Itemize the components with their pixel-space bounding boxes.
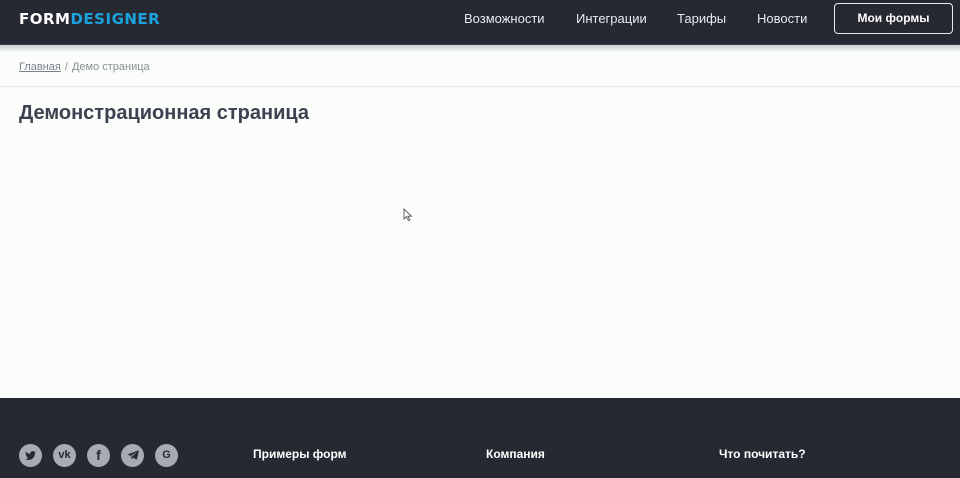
logo-text-designer: DESIGNER: [70, 10, 161, 28]
footer-heading-form-examples[interactable]: Примеры форм: [253, 447, 347, 461]
telegram-icon[interactable]: [121, 444, 144, 467]
breadcrumb-home-link[interactable]: Главная: [19, 61, 61, 73]
logo[interactable]: FORMDESIGNER: [19, 11, 160, 27]
footer-heading-company[interactable]: Компания: [486, 447, 545, 461]
mouse-cursor-icon: [403, 208, 413, 222]
google-icon[interactable]: G: [155, 444, 178, 467]
nav-news[interactable]: Новости: [757, 12, 807, 26]
logo-text-form: FORM: [19, 10, 71, 28]
nav-features[interactable]: Возможности: [464, 12, 545, 26]
nav-pricing[interactable]: Тарифы: [677, 12, 726, 26]
breadcrumb-bar: Главная / Демо страница: [0, 51, 960, 87]
breadcrumb: Главная / Демо страница: [19, 61, 150, 73]
page-title: Демонстрационная страница: [19, 102, 310, 124]
breadcrumb-current: Демо страница: [71, 61, 150, 73]
facebook-icon[interactable]: f: [87, 444, 110, 467]
breadcrumb-separator: /: [64, 61, 68, 73]
twitter-icon[interactable]: [19, 444, 42, 467]
vk-icon[interactable]: vk: [53, 444, 76, 467]
nav-integrations[interactable]: Интеграции: [576, 12, 647, 26]
site-header: FORMDESIGNER Возможности Интеграции Тари…: [0, 0, 960, 45]
footer-heading-reading[interactable]: Что почитать?: [719, 447, 806, 461]
my-forms-button[interactable]: Мои формы: [834, 3, 953, 34]
site-footer: vk f G Примеры форм Компания Что почитат…: [0, 398, 960, 478]
